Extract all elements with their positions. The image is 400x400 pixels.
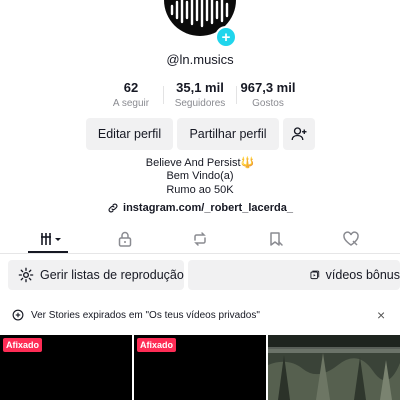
stat-following[interactable]: 62 A seguir xyxy=(91,80,171,109)
tab-saved[interactable] xyxy=(265,230,287,248)
edit-profile-button[interactable]: Editar perfil xyxy=(86,118,173,150)
profile-link-text: instagram.com/_robert_lacerda_ xyxy=(123,202,293,214)
pinned-badge: Afixado xyxy=(137,338,177,352)
tab-reposts[interactable] xyxy=(189,230,211,248)
share-profile-button[interactable]: Partilhar perfil xyxy=(177,118,279,150)
add-story-icon xyxy=(12,309,24,321)
bonus-videos-label: vídeos bônus xyxy=(325,268,400,282)
stat-likes[interactable]: 967,3 mil Gostos xyxy=(228,80,308,109)
content-tabs xyxy=(0,226,400,254)
tab-videos[interactable] xyxy=(40,230,62,248)
liked-heart-icon xyxy=(343,231,359,246)
lock-icon xyxy=(118,231,132,247)
tab-private[interactable] xyxy=(114,230,136,248)
manage-playlists-label: Gerir listas de reprodução xyxy=(40,268,184,282)
profile-link[interactable]: instagram.com/_robert_lacerda_ xyxy=(0,202,400,214)
stat-value: 967,3 mil xyxy=(240,80,296,95)
video-thumbnail[interactable]: Afixado xyxy=(0,335,132,400)
person-plus-icon xyxy=(291,127,307,141)
video-thumbnail[interactable]: Afixado xyxy=(134,335,266,400)
bonus-videos-playlist[interactable]: vídeos bônus xyxy=(188,260,400,290)
bio-line: Bem Vindo(a) xyxy=(166,170,234,182)
share-profile-label: Partilhar perfil xyxy=(189,127,267,141)
playlist-icon xyxy=(310,270,320,280)
bio-line: Believe And Persist🔱 xyxy=(145,157,255,169)
expired-stories-banner[interactable]: Ver Stories expirados em "Os teus vídeos… xyxy=(0,300,400,330)
bookmark-icon xyxy=(270,232,283,246)
add-friend-button[interactable] xyxy=(283,118,315,150)
add-avatar-button[interactable]: + xyxy=(215,26,237,48)
stat-label: Gostos xyxy=(252,98,284,109)
pinned-badge: Afixado xyxy=(3,338,43,352)
repost-icon xyxy=(194,232,206,246)
gear-icon xyxy=(18,267,34,283)
active-tab-indicator xyxy=(28,251,68,253)
plus-icon: + xyxy=(221,28,231,46)
manage-playlists-button[interactable]: Gerir listas de reprodução xyxy=(8,260,184,290)
tab-liked[interactable] xyxy=(340,230,362,248)
username: @ln.musics xyxy=(166,52,234,67)
edit-profile-label: Editar perfil xyxy=(97,127,162,141)
stat-label: A seguir xyxy=(112,98,150,109)
close-icon[interactable]: × xyxy=(377,307,385,323)
forest-thumbnail-image xyxy=(268,335,400,400)
expired-stories-text: Ver Stories expirados em "Os teus vídeos… xyxy=(31,309,260,321)
bio-line: Rumo ao 50K xyxy=(166,184,234,196)
videos-grid-icon xyxy=(41,233,61,245)
stat-value: 62 xyxy=(123,80,139,95)
link-icon xyxy=(108,203,118,213)
profile-stats: 62 A seguir 35,1 mil Seguidores 967,3 mi… xyxy=(0,80,400,112)
video-thumbnail[interactable] xyxy=(268,335,400,400)
